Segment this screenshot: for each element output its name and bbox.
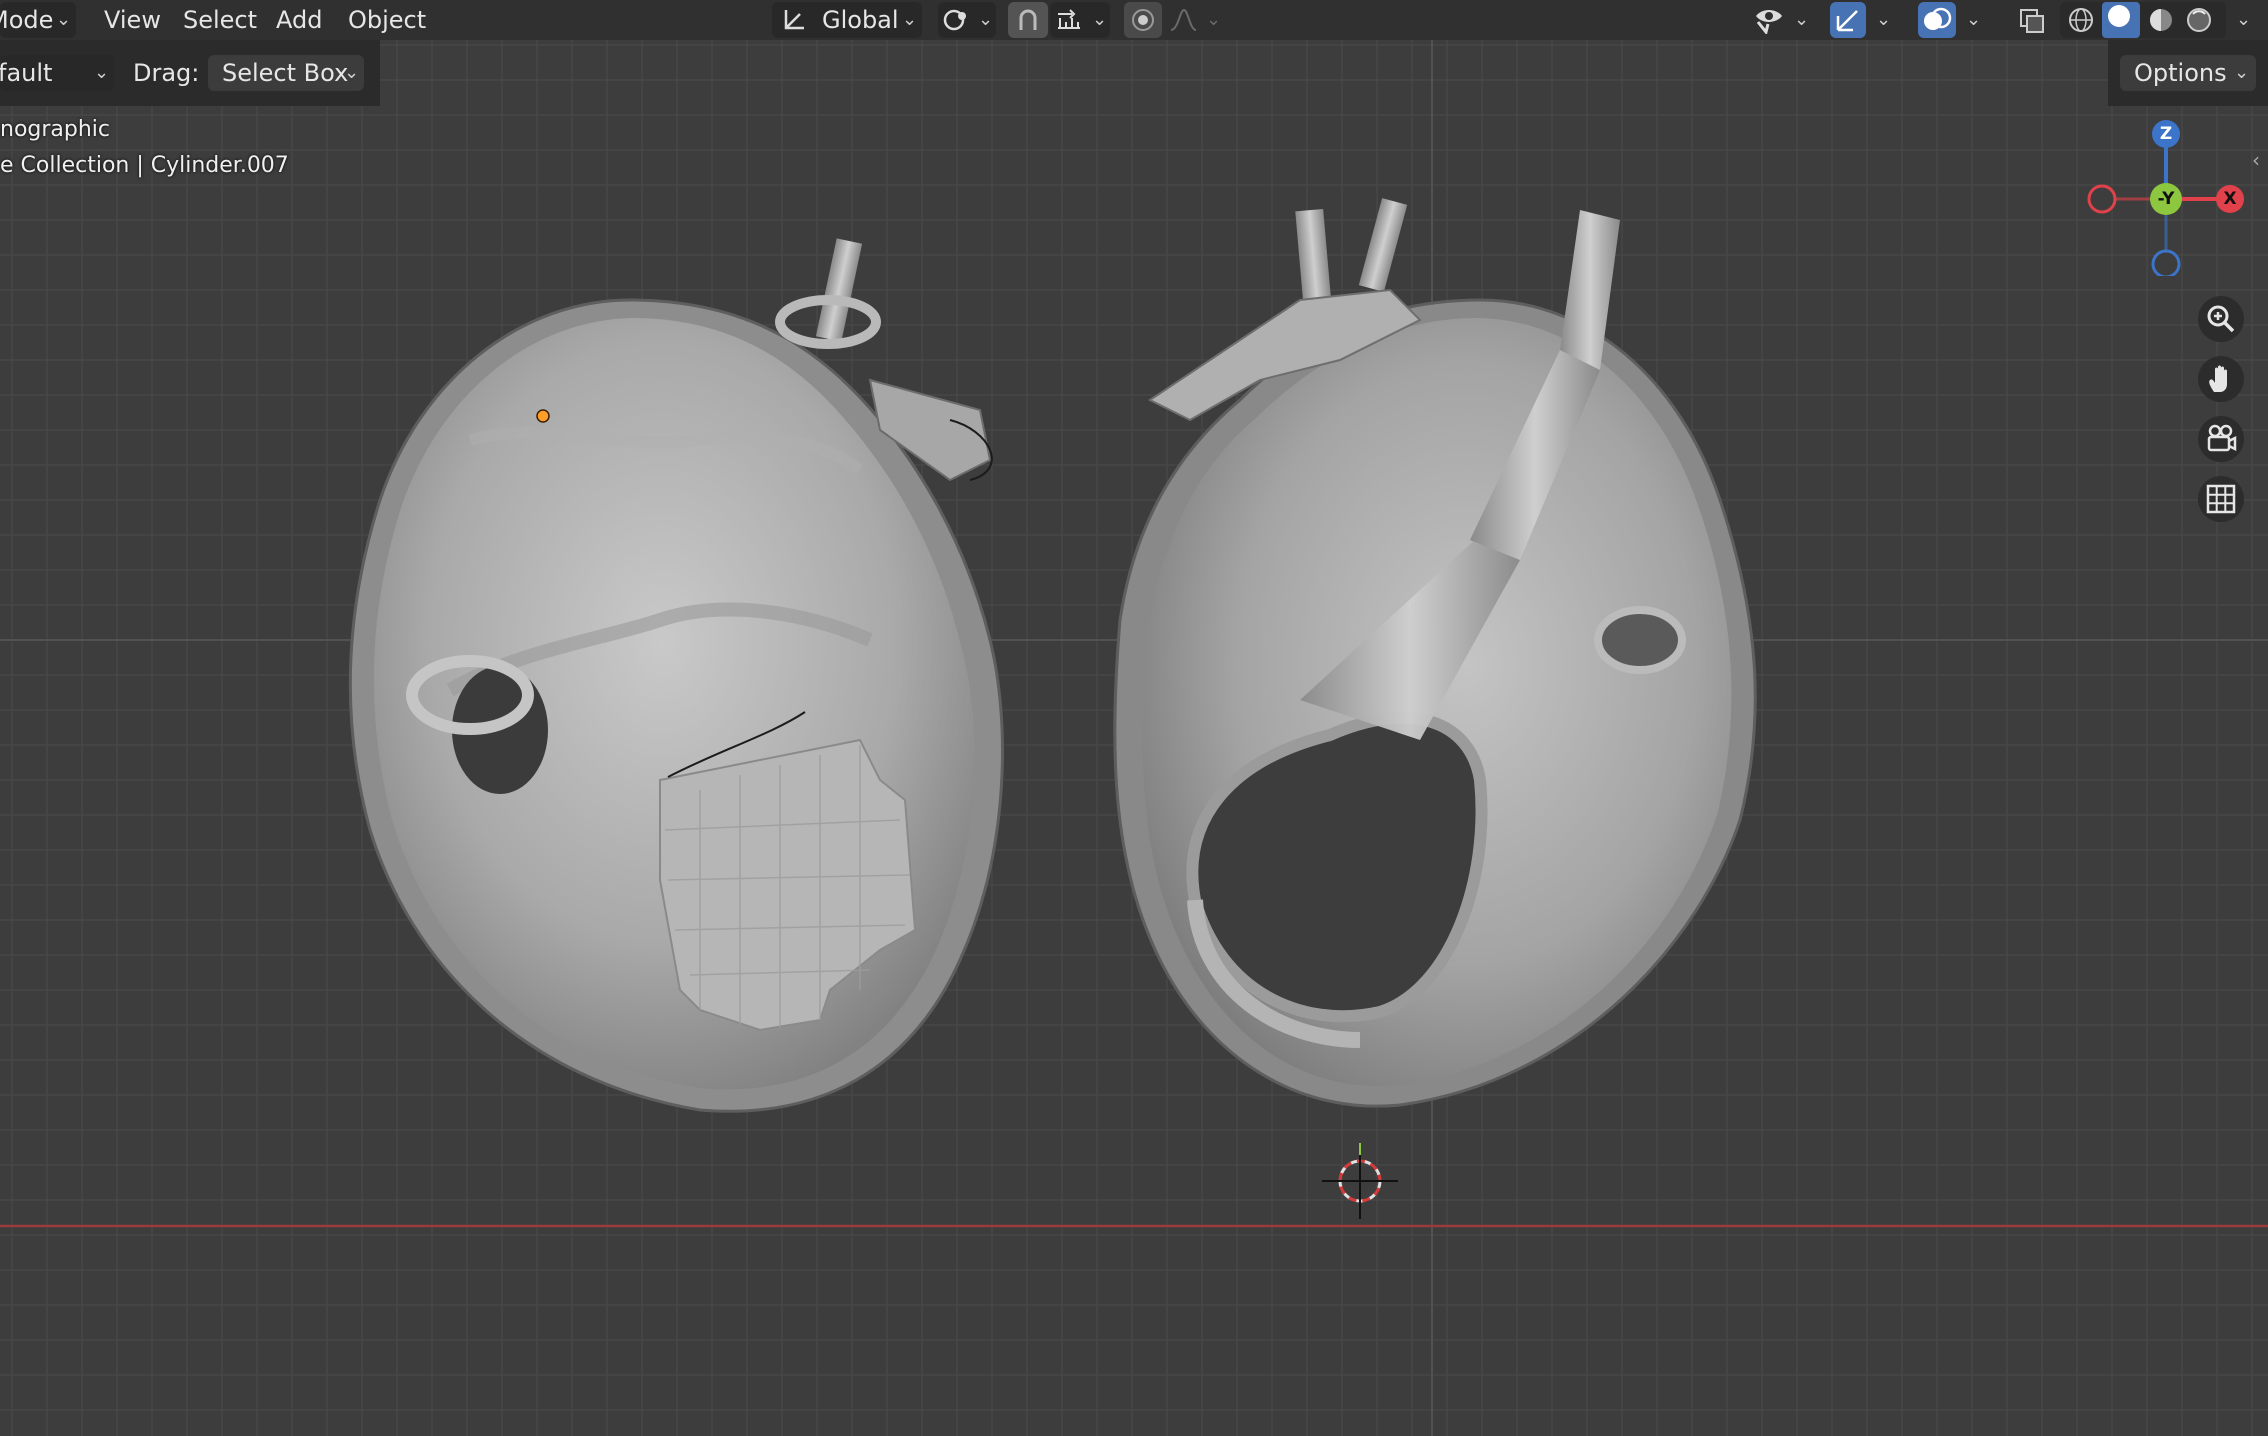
proportional-edit-toggle[interactable] bbox=[1124, 2, 1162, 38]
keymap-dropdown[interactable]: fault ⌄ bbox=[0, 55, 114, 91]
menu-view[interactable]: View bbox=[104, 6, 161, 34]
chevron-down-icon: ⌄ bbox=[978, 9, 994, 30]
pan-hand-icon bbox=[2209, 365, 2227, 392]
menu-add[interactable]: Add bbox=[276, 6, 322, 34]
falloff-dropdown[interactable]: ⌄ bbox=[1164, 2, 1224, 38]
shading-dropdown[interactable]: ⌄ bbox=[2236, 9, 2251, 30]
viewport-header: Mode ⌄ View Select Add Object Global ⌄ ⌄… bbox=[0, 0, 2268, 40]
zoom-button[interactable] bbox=[2198, 296, 2244, 342]
chevron-down-icon: ⌄ bbox=[1206, 9, 1222, 30]
transform-orientation-icon bbox=[780, 6, 808, 34]
gizmo-x-axis[interactable]: X bbox=[2216, 185, 2244, 213]
drag-dropdown[interactable]: Select Box ⌄ bbox=[208, 55, 364, 91]
menu-select[interactable]: Select bbox=[183, 6, 257, 34]
xray-icon bbox=[2017, 6, 2047, 34]
shading-mode-group bbox=[2060, 2, 2226, 38]
object-origin-marker bbox=[536, 409, 550, 423]
grid-view-icon bbox=[2206, 484, 2236, 514]
overlay-toggle[interactable] bbox=[1918, 2, 1956, 38]
object-info: e Collection | Cylinder.007 bbox=[0, 153, 289, 178]
chevron-down-icon: ⌄ bbox=[56, 9, 72, 30]
drag-value: Select Box bbox=[222, 59, 349, 87]
chevron-down-icon: ⌄ bbox=[1794, 9, 1810, 30]
pivot-icon bbox=[942, 6, 972, 34]
mode-label: Mode bbox=[0, 6, 54, 34]
navigation-gizmo[interactable]: Z X -Y bbox=[2080, 116, 2244, 276]
chevron-down-icon: ⌄ bbox=[1092, 9, 1108, 30]
view-name: nographic bbox=[0, 117, 111, 142]
snap-increment-icon bbox=[1054, 6, 1084, 34]
keymap-label: fault bbox=[0, 59, 53, 87]
options-dropdown[interactable]: Options ⌄ bbox=[2120, 55, 2256, 91]
rendered-shading-icon[interactable] bbox=[2182, 6, 2216, 34]
tool-settings-bar: fault ⌄ Drag: Select Box ⌄ bbox=[0, 40, 380, 106]
overlay-dropdown[interactable]: ⌄ bbox=[1966, 9, 1981, 30]
chevron-down-icon: ⌄ bbox=[94, 62, 110, 83]
transform-orientation-value: Global bbox=[822, 6, 899, 34]
3d-viewport[interactable] bbox=[0, 0, 2268, 1436]
visibility-icon bbox=[1752, 6, 1786, 34]
wireframe-shading-icon[interactable] bbox=[2064, 6, 2098, 34]
camera-icon bbox=[2207, 424, 2237, 452]
pan-button[interactable] bbox=[2198, 356, 2244, 402]
gizmo-y-axis[interactable]: -Y bbox=[2150, 183, 2182, 215]
gizmo-dropdown[interactable]: ⌄ bbox=[1876, 9, 1891, 30]
zoom-icon bbox=[2207, 305, 2235, 333]
visibility-dropdown[interactable]: ⌄ bbox=[1748, 2, 1814, 38]
solid-shading-icon[interactable] bbox=[2102, 2, 2140, 38]
camera-view-button[interactable] bbox=[2198, 416, 2244, 462]
gizmo-toggle[interactable] bbox=[1830, 2, 1866, 38]
menu-object[interactable]: Object bbox=[348, 6, 426, 34]
chevron-down-icon: ⌄ bbox=[344, 62, 360, 83]
snap-target-dropdown[interactable]: ⌄ bbox=[1050, 2, 1110, 38]
chevron-down-icon: ⌄ bbox=[2234, 62, 2250, 83]
snap-toggle[interactable] bbox=[1008, 2, 1048, 38]
xray-toggle[interactable] bbox=[2014, 2, 2050, 38]
gizmo-icon bbox=[1833, 6, 1863, 34]
material-shading-icon[interactable] bbox=[2144, 6, 2178, 34]
transform-orientation-dropdown[interactable]: Global ⌄ bbox=[772, 2, 922, 38]
proportional-edit-icon bbox=[1128, 6, 1158, 34]
pivot-point-dropdown[interactable]: ⌄ bbox=[938, 2, 996, 38]
overlay-icon bbox=[1922, 6, 1952, 34]
gizmo-z-axis[interactable]: Z bbox=[2152, 120, 2180, 148]
sidebar-toggle[interactable]: ‹ bbox=[2252, 148, 2260, 172]
chevron-down-icon: ⌄ bbox=[902, 9, 918, 30]
options-label: Options bbox=[2134, 59, 2227, 87]
drag-label: Drag: bbox=[133, 59, 200, 87]
options-area: Options ⌄ bbox=[2108, 40, 2268, 106]
mode-dropdown[interactable]: Mode ⌄ bbox=[0, 2, 76, 38]
falloff-icon bbox=[1168, 6, 1198, 34]
ortho-toggle-button[interactable] bbox=[2198, 476, 2244, 522]
snap-icon bbox=[1013, 6, 1043, 34]
